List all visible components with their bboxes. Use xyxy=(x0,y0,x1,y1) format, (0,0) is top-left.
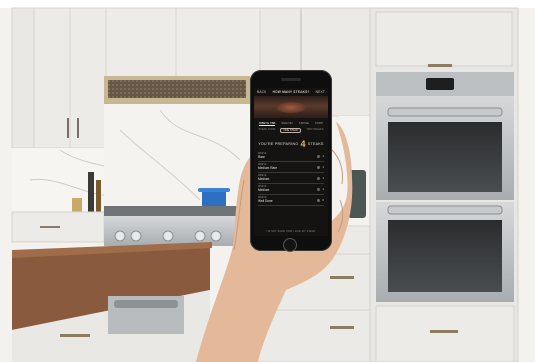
toggle-icon[interactable] xyxy=(317,198,321,202)
steak-quantity: 0 xyxy=(322,198,324,202)
steak-quantity: 1 xyxy=(322,176,324,180)
back-button[interactable]: BACK xyxy=(257,90,266,94)
phone-speaker xyxy=(281,78,301,81)
screen-title: HOW MANY STEAKS? xyxy=(272,90,310,94)
steak-quantity: 1 xyxy=(322,165,324,169)
app-header: BACK HOW MANY STEAKS? NEXT xyxy=(254,88,328,96)
app-screen: BACK HOW MANY STEAKS? NEXT RIBEYE TBB SI… xyxy=(254,88,328,236)
help-link[interactable]: I'M NOT SURE HOW I LIKE MY STEAK xyxy=(254,230,328,233)
tab-sirloin[interactable]: SIRLOIN xyxy=(281,121,292,126)
oven-tower xyxy=(369,7,519,362)
option-one-steak[interactable]: ONE STEAK xyxy=(280,128,302,133)
range xyxy=(104,206,252,246)
kitchen-scene: BACK HOW MANY STEAKS? NEXT RIBEYE TBB SI… xyxy=(0,0,535,362)
preparing-count: 4 xyxy=(300,139,306,149)
steak-doneness: Rare xyxy=(258,155,265,159)
toggle-icon[interactable] xyxy=(317,176,321,180)
preparing-summary: YOU'RE PREPARING 4 STEAKS xyxy=(254,136,328,151)
smartphone: BACK HOW MANY STEAKS? NEXT RIBEYE TBB SI… xyxy=(250,70,332,252)
steak-photo xyxy=(276,102,306,113)
blue-pot xyxy=(198,188,230,208)
steak-quantity: 1 xyxy=(322,154,324,158)
steak-doneness: Medium xyxy=(258,188,270,192)
steak-doneness: Well Done xyxy=(258,199,273,203)
list-item[interactable]: RIBEYE Medium Rare 1 xyxy=(258,162,324,173)
preparing-prefix: YOU'RE PREPARING xyxy=(258,142,299,146)
range-hood xyxy=(104,76,250,104)
list-item[interactable]: RIBEYE Medium 1 xyxy=(258,173,324,184)
list-item[interactable]: RIBEYE Well Done 0 xyxy=(258,195,324,206)
upper-cabinets-left xyxy=(11,7,107,149)
tab-ribeye[interactable]: RIBEYE TBB xyxy=(258,121,276,126)
toggle-icon[interactable] xyxy=(317,165,321,169)
kitchen-island xyxy=(12,242,212,362)
cut-tabs: RIBEYE TBB SIRLOIN T-BONE STRIP xyxy=(254,118,328,127)
steak-doneness: Medium Rare xyxy=(258,166,278,170)
preparing-suffix: STEAKS xyxy=(307,142,324,146)
tab-strip[interactable]: STRIP xyxy=(315,121,323,126)
option-steak-cook[interactable]: STEAK COOK xyxy=(259,128,276,133)
next-button[interactable]: NEXT xyxy=(316,90,325,94)
steak-list: RIBEYE Rare 1 RIBEYE Medium Rare 1 RIBEYE M… xyxy=(254,151,328,206)
steak-doneness: Medium xyxy=(258,177,270,181)
option-two-steaks[interactable]: TWO STEAKS xyxy=(306,128,323,133)
home-button[interactable] xyxy=(283,238,297,252)
toggle-icon[interactable] xyxy=(317,187,321,191)
toggle-icon[interactable] xyxy=(317,154,321,158)
steak-image xyxy=(254,96,328,118)
list-item[interactable]: RIBEYE Medium 1 xyxy=(258,184,324,195)
tab-tbone[interactable]: T-BONE xyxy=(298,121,308,126)
cook-options: STEAK COOK ONE STEAK TWO STEAKS xyxy=(254,127,328,136)
list-item[interactable]: RIBEYE Rare 1 xyxy=(258,151,324,162)
left-counter xyxy=(11,211,105,243)
steak-quantity: 1 xyxy=(322,187,324,191)
